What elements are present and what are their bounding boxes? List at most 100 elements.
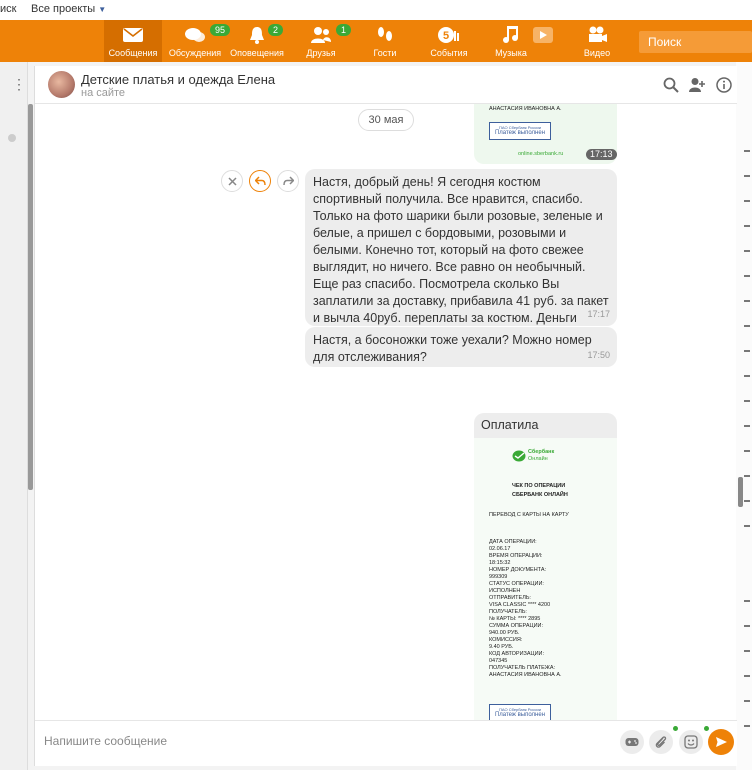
- reply-icon: [255, 176, 266, 186]
- paid-message-bubble[interactable]: Оплатила Сбербанк Онлайн ЧЕК ПО ОПЕРАЦИИ…: [474, 413, 617, 720]
- events-hand-icon: 5: [438, 27, 459, 43]
- all-projects-link[interactable]: Все проекты ▼: [31, 3, 106, 15]
- receipt-heading: ЧЕК ПО ОПЕРАЦИИ: [512, 483, 566, 489]
- events-count: 5: [443, 30, 449, 42]
- chat-title[interactable]: Детские платья и одежда Елена: [81, 72, 275, 87]
- stamp-main-text: Платеж выполнен: [494, 712, 546, 718]
- message-time: 17:50: [587, 350, 610, 360]
- message-bubble[interactable]: Настя, добрый день! Я сегодня костюм спо…: [305, 169, 617, 342]
- envelope-icon: [123, 28, 143, 42]
- more-vertical-icon[interactable]: ⋮: [12, 76, 26, 93]
- nav-label: Оповещения: [230, 48, 284, 58]
- nav-events[interactable]: 5 События: [420, 20, 478, 62]
- caret-down-icon: ▼: [98, 5, 107, 14]
- message-caption: Оплатила: [481, 418, 539, 432]
- message-input[interactable]: Напишите сообщение: [44, 734, 167, 748]
- receipt-site: online.sberbank.ru: [518, 151, 564, 157]
- receipt-line: АНАСТАСИЯ ИВАНОВНА А.: [489, 672, 562, 678]
- receipt-line: НОМЕР ДОКУМЕНТА:: [489, 567, 547, 573]
- receipt-line: СУММА ОПЕРАЦИИ:: [489, 623, 544, 629]
- message-time: 17:13: [586, 149, 617, 160]
- play-icon: [533, 27, 553, 43]
- receipt-line: 940.00 РУБ.: [489, 630, 520, 636]
- emoji-button[interactable]: [679, 730, 703, 754]
- stamp-main-text: Платеж выполнен: [494, 130, 546, 136]
- nav-label: Сообщения: [108, 48, 158, 58]
- bell-icon: [250, 27, 264, 44]
- dialog-list-strip: ⋮: [0, 62, 28, 770]
- search-input[interactable]: Поиск: [639, 31, 752, 53]
- receipt-details: ДАТА ОПЕРАЦИИ: 02.06.17 ВРЕМЯ ОПЕРАЦИИ: …: [489, 539, 562, 679]
- receipt-line: 999309: [489, 574, 508, 580]
- nav-notifications[interactable]: 2 Оповещения: [228, 20, 286, 62]
- payment-stamp: ПАО Сбербанк России Платеж выполнен: [489, 122, 551, 140]
- receipt-line: ВРЕМЯ ОПЕРАЦИИ:: [489, 553, 543, 559]
- receipt-image[interactable]: Сбербанк Онлайн ЧЕК ПО ОПЕРАЦИИ СБЕРБАНК…: [474, 438, 617, 720]
- forward-icon: [283, 176, 294, 186]
- message-text: Настя, а босоножки тоже уехали? Можно но…: [313, 333, 592, 364]
- attach-button[interactable]: [649, 730, 673, 754]
- info-icon[interactable]: [716, 77, 732, 93]
- receipt-line: КОМИССИЯ:: [489, 637, 523, 643]
- search-icon[interactable]: [663, 77, 679, 93]
- payment-stamp: ПАО Сбербанк России Платеж выполнен: [489, 704, 551, 720]
- add-user-icon[interactable]: [689, 77, 705, 93]
- receipt-line: ПОЛУЧАТЕЛЬ ПЛАТЕЖА:: [489, 665, 556, 671]
- badge-count: 1: [336, 24, 352, 36]
- nav-guests[interactable]: Гости: [356, 20, 414, 62]
- receipt-line: ИСПОЛНЕН: [489, 588, 521, 594]
- speech-bubbles-icon: [185, 28, 205, 42]
- receipt-recipient: АНАСТАСИЯ ИВАНОВНА А.: [489, 106, 562, 112]
- date-separator: 30 мая: [358, 109, 414, 131]
- search-link[interactable]: иск: [0, 3, 16, 15]
- nav-video[interactable]: Видео: [568, 20, 626, 62]
- sberbank-logo-icon: [512, 450, 526, 462]
- receipt-line: 02.06.17: [489, 546, 511, 552]
- new-indicator: [673, 726, 678, 731]
- left-scrollbar[interactable]: [28, 104, 33, 490]
- bank-name-sub: Онлайн: [528, 456, 548, 462]
- video-camera-icon: [589, 26, 607, 42]
- chat-scrollbar[interactable]: [738, 477, 743, 507]
- new-indicator: [704, 726, 709, 731]
- receipt-line: ДАТА ОПЕРАЦИИ:: [489, 539, 537, 545]
- avatar[interactable]: [48, 71, 75, 98]
- online-status: на сайте: [81, 87, 126, 99]
- chat-window: Детские платья и одежда Елена на сайте А…: [34, 66, 737, 766]
- music-note-icon: [503, 26, 518, 43]
- message-bubble[interactable]: Настя, а босоножки тоже уехали? Можно но…: [305, 327, 617, 367]
- smiley-icon: [684, 735, 698, 749]
- nav-video-play[interactable]: [526, 20, 560, 62]
- receipt-operation: ПЕРЕВОД С КАРТЫ НА КАРТУ: [489, 512, 569, 518]
- chat-header: Детские платья и одежда Елена на сайте: [35, 66, 737, 104]
- people-icon: [311, 27, 331, 43]
- gamepad-icon: [625, 738, 639, 746]
- nav-label: Друзья: [306, 48, 336, 58]
- receipt-line: № КАРТЫ: **** 2895: [489, 616, 541, 622]
- receipt-line: ПОЛУЧАТЕЛЬ:: [489, 609, 527, 615]
- nav-messages[interactable]: Сообщения: [104, 20, 162, 62]
- bank-name: Сбербанк: [528, 449, 555, 455]
- footprints-icon: [378, 27, 392, 41]
- reply-button[interactable]: [249, 170, 271, 192]
- receipt-line: 047345: [489, 658, 508, 664]
- games-button[interactable]: [620, 730, 644, 754]
- nav-friends[interactable]: 1 Друзья: [292, 20, 352, 62]
- receipt-line: 18:15:32: [489, 560, 511, 566]
- badge-count: 2: [268, 24, 284, 36]
- forward-button[interactable]: [277, 170, 299, 192]
- all-projects-label: Все проекты: [31, 3, 96, 15]
- nav-discussions[interactable]: 95 Обсуждения: [166, 20, 231, 62]
- message-text: Настя, добрый день! Я сегодня костюм спо…: [313, 175, 609, 342]
- nav-label: Видео: [583, 48, 611, 58]
- nav-label: События: [430, 48, 468, 58]
- receipt-line: 9.40 РУБ.: [489, 644, 514, 650]
- delete-message-button[interactable]: [221, 170, 243, 192]
- close-icon: [228, 177, 237, 186]
- receipt-image-top[interactable]: АНАСТАСИЯ ИВАНОВНА А. ПАО Сбербанк Росси…: [474, 104, 617, 164]
- receipt-line: КОД АВТОРИЗАЦИИ:: [489, 651, 545, 657]
- badge-count: 95: [210, 24, 231, 36]
- dialog-indicator[interactable]: [8, 134, 16, 142]
- send-button[interactable]: [708, 729, 734, 755]
- right-strip: [736, 62, 752, 770]
